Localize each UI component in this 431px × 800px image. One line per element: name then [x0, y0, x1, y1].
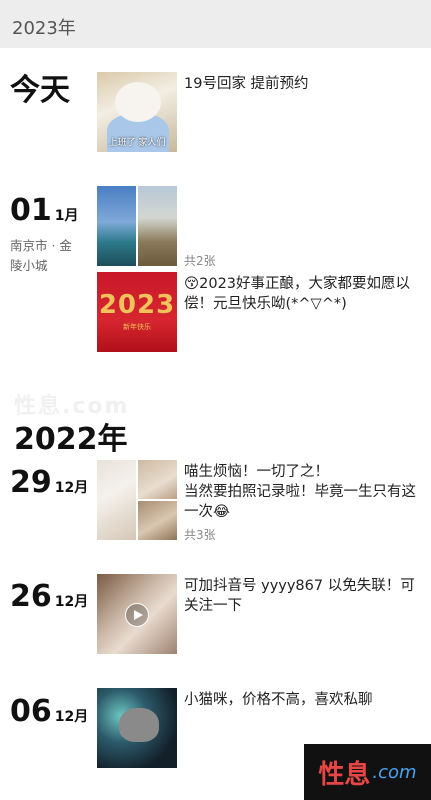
- post-text[interactable]: 可加抖音号 yyyy867 以免失联！可关注一下: [184, 576, 420, 616]
- date-day-month: 26 12月: [10, 582, 88, 612]
- date-day: 06: [10, 694, 52, 729]
- post-image-cat-1[interactable]: [97, 460, 136, 540]
- post-image-kitten[interactable]: [97, 688, 177, 768]
- kitten-shape: [119, 708, 159, 742]
- post-image-bear[interactable]: 上班了 家人们: [97, 72, 177, 152]
- post-image-cat-3[interactable]: [138, 501, 177, 540]
- watermark-com: .com: [372, 761, 417, 783]
- date-day: 29: [10, 465, 52, 500]
- entry-date: 今天: [10, 76, 70, 106]
- site-watermark: 性息 .com: [304, 744, 431, 800]
- bear-head-shape: [115, 82, 161, 122]
- image-year-text: 2023: [98, 290, 176, 320]
- watermark-cn: 性息: [318, 759, 371, 790]
- date-day: 01: [10, 193, 52, 228]
- location-label: 南京市 · 金陵小城: [10, 238, 72, 273]
- entry-date: 29 12月: [10, 468, 88, 498]
- image-sub-text: 新年快乐: [123, 323, 151, 331]
- post-text[interactable]: 小猫咪，价格不高，喜欢私聊: [184, 690, 420, 710]
- post-image-cat-2[interactable]: [138, 460, 177, 499]
- image-caption: 上班了 家人们: [108, 138, 166, 148]
- date-day-month: 29 12月: [10, 468, 88, 498]
- post-image-reeds[interactable]: [138, 186, 177, 266]
- entry-date: 26 12月: [10, 582, 88, 612]
- post-image-church[interactable]: [97, 186, 136, 266]
- date-day: 26: [10, 579, 52, 614]
- photo-count: 共3张: [184, 528, 216, 542]
- date-month: 12月: [54, 594, 89, 610]
- today-label: 今天: [10, 73, 70, 108]
- date-day-month: 06 12月: [10, 697, 88, 727]
- date-month: 1月: [54, 208, 79, 224]
- date-day-month: 01 1月: [10, 196, 80, 226]
- year-sticky-header: 2023年: [0, 0, 431, 48]
- post-image-2023[interactable]: 2023 新年快乐: [97, 272, 177, 352]
- post-text[interactable]: 19号回家 提前预约: [184, 74, 420, 94]
- entry-date: 06 12月: [10, 697, 88, 727]
- year-header: 2022年: [14, 422, 128, 457]
- play-icon[interactable]: [125, 603, 149, 627]
- date-month: 12月: [54, 709, 89, 725]
- post-text[interactable]: 喵生烦恼！一切了之！ 当然要拍照记录啦！毕竟一生只有这一次😂: [184, 462, 420, 522]
- post-text[interactable]: 😚2023好事正酿，大家都要如愿以偿！元旦快乐呦(*^▽^*): [184, 274, 420, 314]
- entry-date: 01 1月 南京市 · 金陵小城: [10, 196, 80, 276]
- date-month: 12月: [54, 480, 89, 496]
- post-video-thumbnail[interactable]: [97, 574, 177, 654]
- photo-count: 共2张: [184, 254, 216, 268]
- year-label: 2023年: [12, 18, 76, 39]
